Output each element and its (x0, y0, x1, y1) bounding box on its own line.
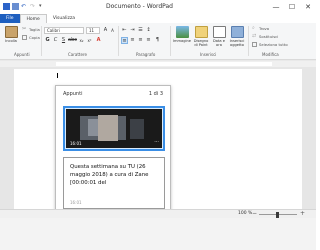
bullet-list-icon[interactable]: ☰ (137, 27, 144, 34)
replace-icon: ⇄ (252, 33, 257, 39)
find-label: Trova (259, 26, 270, 31)
paste-label: Incolla (5, 39, 17, 43)
binoculars-icon: ⌕ (252, 25, 255, 31)
separator (170, 26, 171, 56)
wordpad-window: ↶ ↷ ▾ Documento - WordPad — ☐ ✕ File Hom… (0, 0, 316, 250)
scissors-icon: ✂ (22, 26, 27, 32)
zoom-in-button[interactable]: + (300, 210, 305, 217)
clipboard-item-text[interactable]: Questa settimana su TU (26 maggio 2018) … (63, 157, 165, 209)
tab-home[interactable]: Home (19, 14, 47, 23)
tab-file[interactable]: File (0, 14, 20, 23)
italic-button[interactable]: C (52, 37, 59, 44)
paragraph-icon[interactable]: ¶ (154, 37, 161, 44)
separator (41, 26, 42, 56)
decrease-indent-icon[interactable]: ⇤ (121, 27, 128, 34)
clipboard-item-time: 16:01 (70, 200, 82, 205)
status-bar: 100 % − + (0, 209, 316, 218)
justify-icon[interactable]: ≡ (145, 37, 152, 44)
group-clipboard-label: Appunti (14, 52, 30, 57)
quick-access-toolbar: ↶ ↷ ▾ (3, 3, 46, 10)
undo-icon[interactable]: ↶ (21, 3, 28, 10)
window-title: Documento - WordPad (106, 3, 173, 10)
select-all-label: Seleziona tutto (259, 42, 288, 47)
grow-font-button[interactable]: A (102, 27, 109, 34)
clipboard-item-time: 16:01 (70, 141, 82, 146)
select-all-button[interactable]: Seleziona tutto (252, 42, 288, 47)
separator (118, 26, 119, 56)
paint-drawing-label: Disegno di Paint (193, 39, 209, 47)
bold-button[interactable]: G (44, 37, 51, 44)
paint-drawing-button[interactable]: Disegno di Paint (192, 26, 210, 47)
panel-title: Appunti (63, 91, 83, 97)
copy-button[interactable]: Copia (22, 35, 40, 40)
tab-view[interactable]: Visualizza (47, 14, 81, 23)
strikethrough-button[interactable]: abc (68, 37, 77, 44)
font-color-button[interactable]: A (95, 37, 102, 44)
clipboard-item-image[interactable]: 16:01 ··· (63, 106, 165, 151)
underline-button[interactable]: S (60, 37, 67, 44)
text-cursor (57, 73, 58, 78)
group-editing-label: Modifica (262, 52, 279, 57)
clipboard-item-text-content: Questa settimana su TU (26 maggio 2018) … (70, 164, 149, 186)
customize-qat-icon[interactable]: ▾ (39, 3, 46, 10)
replace-button[interactable]: ⇄ Sostituisci (252, 33, 279, 40)
bottom-area (0, 218, 316, 250)
select-all-icon (252, 42, 257, 47)
zoom-level: 100 % (238, 211, 253, 216)
increase-indent-icon[interactable]: ⇥ (129, 27, 136, 34)
insert-object-button[interactable]: Inserisci oggetto (228, 26, 246, 47)
subscript-button[interactable]: x₂ (78, 37, 85, 44)
zoom-out-button[interactable]: − (252, 210, 257, 217)
insert-image-label: Immagine (172, 39, 192, 43)
paste-button[interactable]: Incolla (2, 26, 20, 43)
title-bar: ↶ ↷ ▾ Documento - WordPad — ☐ ✕ (0, 0, 316, 14)
group-paragraph-label: Paragrafo (136, 52, 156, 57)
maximize-button[interactable]: ☐ (284, 0, 300, 14)
close-button[interactable]: ✕ (300, 0, 316, 14)
align-left-icon[interactable]: ≡ (121, 37, 128, 44)
line-spacing-icon[interactable]: ↕ (145, 27, 152, 34)
more-options-icon[interactable]: ··· (154, 139, 159, 145)
minimize-button[interactable]: — (268, 0, 284, 14)
font-size-select[interactable]: 11 (86, 27, 100, 34)
cut-button[interactable]: ✂ Taglia (22, 26, 40, 33)
separator (248, 26, 249, 56)
date-time-label: Data e ora (213, 39, 225, 47)
copy-icon (22, 35, 27, 40)
shrink-font-button[interactable]: A (109, 27, 116, 34)
object-icon (230, 26, 244, 38)
date-time-button[interactable]: Data e ora (210, 26, 228, 47)
font-name-select[interactable]: Calibri (44, 27, 84, 34)
insert-image-button[interactable]: Immagine (173, 26, 191, 43)
cut-label: Taglia (29, 27, 40, 32)
paste-icon (4, 26, 18, 38)
align-center-icon[interactable]: ≡ (129, 37, 136, 44)
insert-object-label: Inserisci oggetto (229, 39, 245, 47)
ribbon-tabs: File Home Visualizza (0, 14, 316, 23)
ribbon: Incolla ✂ Taglia Copia Appunti Calibri 1… (0, 23, 316, 60)
find-button[interactable]: ⌕ Trova (252, 25, 270, 32)
paint-icon (194, 26, 208, 38)
copy-label: Copia (29, 35, 40, 40)
wordpad-app-icon (3, 3, 10, 10)
group-insert-label: Inserisci (200, 52, 217, 57)
calendar-icon (212, 26, 226, 38)
ruler (0, 61, 316, 67)
superscript-button[interactable]: x² (86, 37, 93, 44)
align-right-icon[interactable]: ≡ (137, 37, 144, 44)
panel-count: 1 di 3 (148, 91, 163, 97)
group-font-label: Carattere (68, 52, 87, 57)
image-icon (175, 26, 189, 38)
save-icon[interactable] (12, 3, 19, 10)
replace-label: Sostituisci (259, 34, 279, 39)
redo-icon[interactable]: ↷ (30, 3, 37, 10)
